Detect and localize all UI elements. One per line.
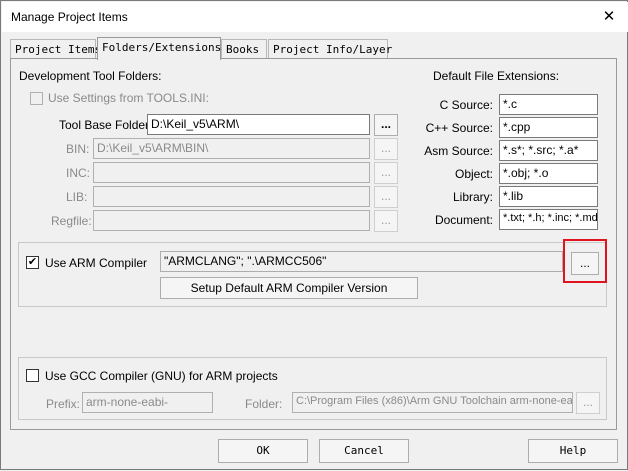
setup-default-arm-compiler-button[interactable]: Setup Default ARM Compiler Version xyxy=(160,277,418,299)
lib-label: LIB: xyxy=(66,190,88,204)
ext-document-field[interactable]: *.txt; *.h; *.inc; *.md xyxy=(499,209,598,230)
lib-field[interactable] xyxy=(93,186,370,207)
highlight-box xyxy=(563,239,607,283)
ext-library-field[interactable]: *.lib xyxy=(499,186,598,207)
dev-tools-heading: Development Tool Folders: xyxy=(19,69,162,83)
regfile-browse-button[interactable]: ... xyxy=(374,210,398,232)
ext-c-field[interactable]: *.c xyxy=(499,94,598,115)
regfile-field[interactable] xyxy=(93,210,370,231)
use-gcc-compiler-checkbox[interactable] xyxy=(26,369,39,382)
gcc-folder-browse-button[interactable]: ... xyxy=(576,392,600,414)
ext-cpp-label: C++ Source: xyxy=(425,121,493,135)
ext-asm-field[interactable]: *.s*; *.src; *.a* xyxy=(499,140,598,161)
bin-field[interactable]: D:\Keil_v5\ARM\BIN\ xyxy=(93,138,370,159)
ext-object-label: Object: xyxy=(454,167,493,181)
bin-browse-button[interactable]: ... xyxy=(374,138,398,160)
dialog-window: Manage Project Items ✕ Project Items Fol… xyxy=(0,0,628,470)
use-settings-checkbox[interactable] xyxy=(30,92,43,105)
bin-label: BIN: xyxy=(66,142,90,156)
gcc-folder-field[interactable]: C:\Program Files (x86)\Arm GNU Toolchain… xyxy=(292,392,573,413)
extensions-heading: Default File Extensions: xyxy=(433,69,560,83)
inc-field[interactable] xyxy=(93,162,370,183)
inc-label: INC: xyxy=(66,166,90,180)
use-settings-label: Use Settings from TOOLS.INI: xyxy=(48,91,209,105)
gcc-prefix-label: Prefix: xyxy=(46,397,81,411)
use-gcc-compiler-label: Use GCC Compiler (GNU) for ARM projects xyxy=(45,369,278,383)
cancel-button[interactable]: Cancel xyxy=(319,439,409,463)
ext-document-label: Document: xyxy=(434,213,493,227)
gcc-prefix-field[interactable]: arm-none-eabi- xyxy=(82,392,213,413)
use-arm-compiler-label: Use ARM Compiler xyxy=(45,256,148,270)
gcc-folder-label: Folder: xyxy=(245,397,283,411)
lib-browse-button[interactable]: ... xyxy=(374,186,398,208)
ext-library-label: Library: xyxy=(452,190,493,204)
ext-object-field[interactable]: *.obj; *.o xyxy=(499,163,598,184)
ext-c-label: C Source: xyxy=(439,98,493,112)
ext-asm-label: Asm Source: xyxy=(424,144,493,158)
regfile-label: Regfile: xyxy=(51,214,92,228)
use-arm-compiler-checkbox[interactable]: ✔ xyxy=(26,256,39,269)
arm-compiler-select[interactable]: "ARMCLANG"; ".\ARMCC506" xyxy=(160,251,563,272)
ext-cpp-field[interactable]: *.cpp xyxy=(499,117,598,138)
help-button[interactable]: Help xyxy=(528,439,618,463)
ok-button[interactable]: OK xyxy=(218,439,308,463)
inc-browse-button[interactable]: ... xyxy=(374,162,398,184)
tool-base-browse-button[interactable]: ... xyxy=(374,114,398,136)
tool-base-label: Tool Base Folder: xyxy=(59,118,153,132)
tool-base-field[interactable]: D:\Keil_v5\ARM\ xyxy=(147,114,370,135)
